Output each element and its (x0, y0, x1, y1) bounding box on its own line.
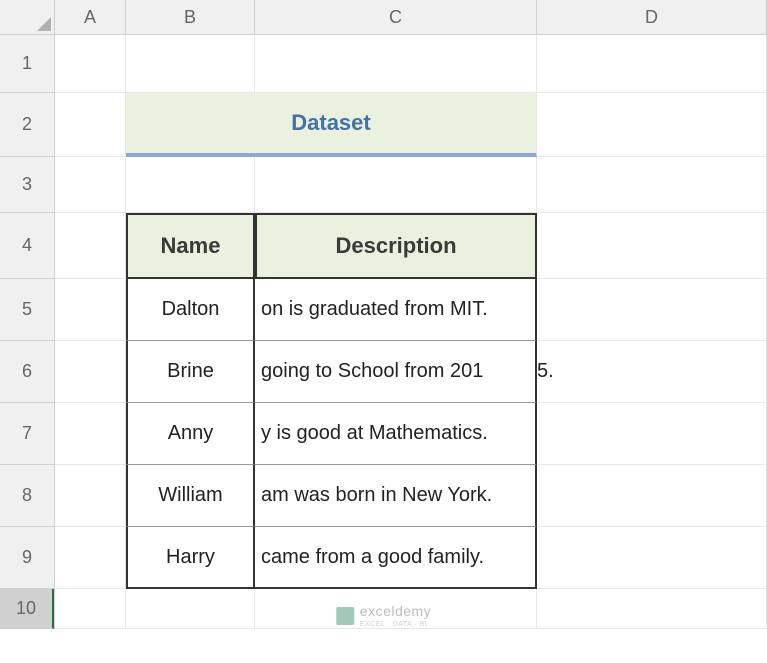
cell-c3[interactable] (255, 157, 537, 213)
watermark-logo-icon (336, 607, 354, 625)
cell-a1[interactable] (55, 35, 126, 93)
row-header-8[interactable]: 8 (0, 465, 54, 527)
row-header-2[interactable]: 2 (0, 93, 54, 157)
watermark-brand: exceldemy (360, 603, 431, 619)
select-all-triangle-icon (37, 17, 51, 31)
cell-a5[interactable] (55, 279, 126, 341)
table-header-description[interactable]: Description (255, 213, 537, 279)
cell-d3[interactable] (537, 157, 767, 213)
cell-name-5[interactable]: Harry (126, 527, 255, 589)
cell-a4[interactable] (55, 213, 126, 279)
row-header-4[interactable]: 4 (0, 213, 54, 279)
row-header-7[interactable]: 7 (0, 403, 54, 465)
table-header-name[interactable]: Name (126, 213, 255, 279)
cell-d6[interactable] (537, 341, 767, 403)
cell-d1[interactable] (537, 35, 767, 93)
cell-b1[interactable] (126, 35, 255, 93)
row-header-5[interactable]: 5 (0, 279, 54, 341)
cell-desc-1[interactable]: on is graduated from MIT. (255, 279, 537, 341)
desc-text: am was born in New York. (261, 484, 492, 507)
row-header-3[interactable]: 3 (0, 157, 54, 213)
cell-a10[interactable] (55, 589, 126, 629)
row-headers: 1 2 3 4 5 6 7 8 9 10 (0, 35, 55, 629)
desc-text: on is graduated from MIT. (261, 298, 488, 321)
cell-b3[interactable] (126, 157, 255, 213)
cell-a3[interactable] (55, 157, 126, 213)
watermark-tagline: EXCEL · DATA · BI (360, 621, 431, 628)
desc-text: came from a good family. (261, 546, 484, 569)
cell-d5[interactable] (537, 279, 767, 341)
desc-text: y is good at Mathematics. (261, 422, 488, 445)
watermark-text-block: exceldemy EXCEL · DATA · BI (360, 603, 431, 628)
cell-a7[interactable] (55, 403, 126, 465)
cell-desc-5[interactable]: came from a good family. (255, 527, 537, 589)
cell-name-2[interactable]: Brine (126, 341, 255, 403)
cell-name-4[interactable]: William (126, 465, 255, 527)
col-header-c[interactable]: C (255, 0, 537, 34)
watermark: exceldemy EXCEL · DATA · BI (336, 603, 431, 628)
cell-d10[interactable] (537, 589, 767, 629)
cell-a6[interactable] (55, 341, 126, 403)
cell-d8[interactable] (537, 465, 767, 527)
row-header-10[interactable]: 10 (0, 589, 54, 629)
cell-d9[interactable] (537, 527, 767, 589)
cell-name-3[interactable]: Anny (126, 403, 255, 465)
cell-desc-2[interactable]: going to School from 2015. (255, 341, 537, 403)
cell-name-1[interactable]: Dalton (126, 279, 255, 341)
dataset-title-cell[interactable]: Dataset (126, 93, 537, 157)
cell-a2[interactable] (55, 93, 126, 157)
cell-a9[interactable] (55, 527, 126, 589)
row-header-1[interactable]: 1 (0, 35, 54, 93)
cell-d7[interactable] (537, 403, 767, 465)
row-header-6[interactable]: 6 (0, 341, 54, 403)
cell-d4[interactable] (537, 213, 767, 279)
cells-area: Dataset Name Description Dalton on is gr… (55, 35, 767, 663)
col-header-d[interactable]: D (537, 0, 767, 34)
cell-a8[interactable] (55, 465, 126, 527)
cell-desc-4[interactable]: am was born in New York. (255, 465, 537, 527)
row-header-9[interactable]: 9 (0, 527, 54, 589)
cell-b10[interactable] (126, 589, 255, 629)
cell-c1[interactable] (255, 35, 537, 93)
column-headers: A B C D (55, 0, 767, 35)
select-all-corner[interactable] (0, 0, 55, 35)
cell-desc-3[interactable]: y is good at Mathematics. (255, 403, 537, 465)
cell-d2[interactable] (537, 93, 767, 157)
desc-text: going to School from 201 (261, 360, 483, 383)
spreadsheet: A B C D 1 2 3 4 5 6 7 8 9 10 Dataset (0, 0, 767, 663)
col-header-a[interactable]: A (55, 0, 126, 34)
col-header-b[interactable]: B (126, 0, 255, 34)
